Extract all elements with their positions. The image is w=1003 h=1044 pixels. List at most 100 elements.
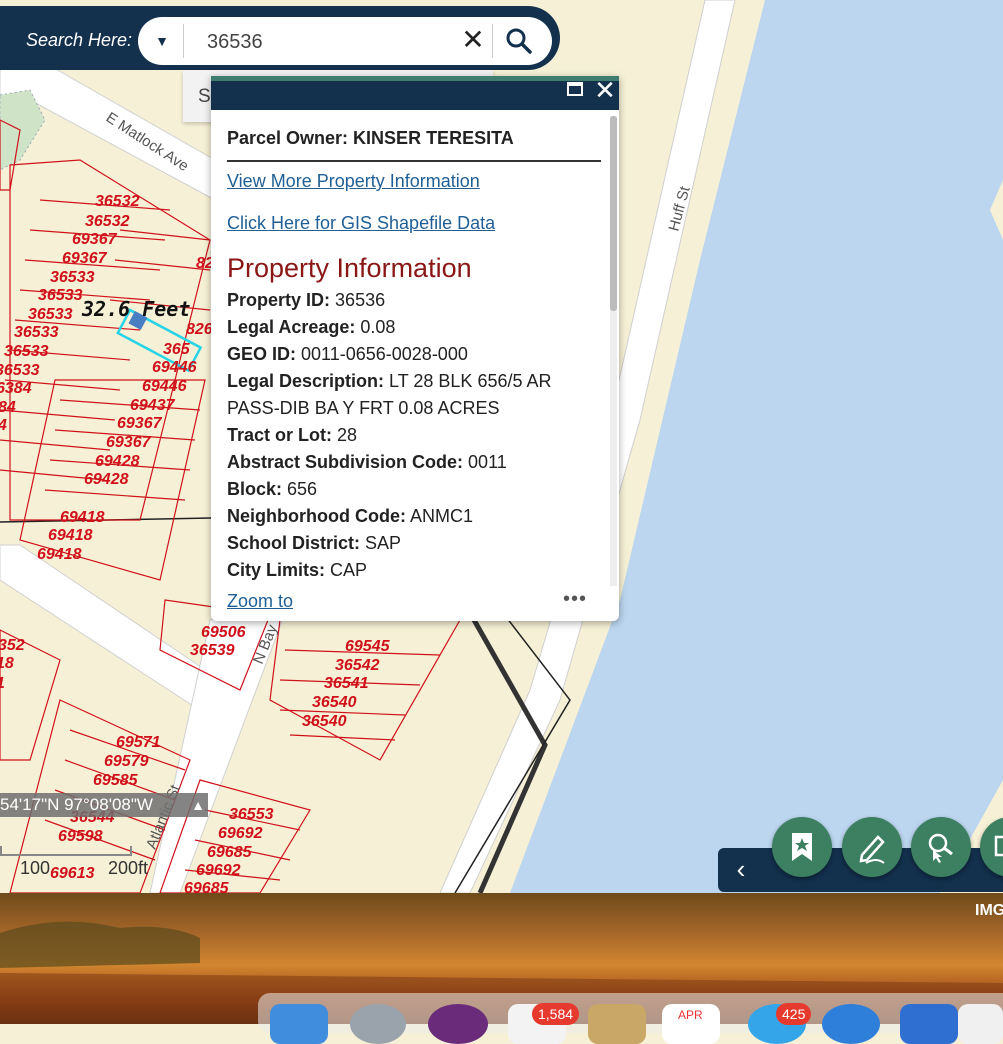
desktop-file-label[interactable]: IMG	[975, 902, 1003, 920]
field-value: 36536	[335, 290, 386, 310]
maximize-icon[interactable]	[567, 82, 583, 96]
parcel-label: 69545	[345, 638, 391, 655]
parcel-label: 18	[0, 655, 14, 672]
field-label: Neighborhood Code:	[227, 506, 406, 526]
close-icon[interactable]: ✕	[458, 24, 488, 56]
measurement-label: 32.6 Feet	[81, 297, 190, 321]
more-actions-icon[interactable]: •••	[563, 588, 587, 611]
search-divider	[183, 24, 184, 58]
parcel-popup: ✕ Parcel Owner: KINSER TERESITA View Mor…	[211, 76, 619, 621]
parcel-label: 69428	[84, 471, 129, 488]
calendar-app-icon[interactable]: APR	[662, 1004, 720, 1044]
draw-button[interactable]	[842, 817, 902, 877]
parcel-label: 36533	[28, 306, 73, 323]
coordinate-readout: 54'17"N 97°08'08"W	[0, 793, 208, 817]
field-property-id: Property ID: 36536	[227, 290, 385, 311]
field-value: 0011-0656-0028-000	[301, 344, 468, 364]
parcel-label: 69692	[218, 825, 263, 842]
safari-icon[interactable]	[822, 1004, 880, 1044]
parcel-label: 69598	[58, 828, 103, 845]
launchpad-icon[interactable]	[350, 1004, 406, 1044]
popup-scrollbar-thumb[interactable]	[610, 116, 617, 311]
parcel-label: 1	[0, 675, 5, 692]
parcel-label: 84	[0, 399, 16, 416]
field-value: 656	[287, 479, 318, 499]
parcel-owner-title: Parcel Owner: KINSER TERESITA	[227, 128, 514, 148]
parcel-label: 36542	[335, 657, 380, 674]
field-abstract-subdivision: Abstract Subdivision Code: 0011	[227, 452, 507, 473]
parcel-label: 36533	[0, 362, 40, 379]
field-label: Legal Acreage:	[227, 317, 356, 337]
field-geo-id: GEO ID: 0011-0656-0028-000	[227, 344, 468, 365]
contacts-icon[interactable]	[588, 1004, 646, 1044]
chevron-down-icon[interactable]: ▼	[148, 26, 176, 56]
parcel-label: 69685	[184, 880, 230, 893]
bookmark-button[interactable]	[772, 817, 832, 877]
field-value: CAP	[330, 560, 368, 580]
bookmark-icon	[792, 833, 812, 861]
parcel-label: 6384	[0, 380, 32, 397]
field-legal-description: Legal Description: LT 28 BLK 656/5 AR	[227, 371, 552, 392]
search-input[interactable]	[205, 26, 449, 58]
chevron-left-icon[interactable]: ‹	[728, 852, 754, 886]
zoom-to-link[interactable]: Zoom to	[227, 591, 293, 612]
calendar-icon	[994, 835, 1003, 857]
edit-pencil-icon	[859, 835, 885, 864]
field-tract-lot: Tract or Lot: 28	[227, 425, 357, 446]
parcel-label: 69446	[152, 359, 197, 376]
finder-icon[interactable]	[270, 1004, 328, 1044]
parcel-label: 36540	[302, 713, 347, 730]
parcel-label: 36541	[324, 675, 369, 692]
field-label: Block:	[227, 479, 283, 499]
chevron-up-icon[interactable]: ▲	[188, 793, 208, 817]
app-badge: 425	[776, 1003, 812, 1025]
parcel-label: 36533	[38, 287, 83, 304]
parcel-label: 36533	[14, 324, 59, 341]
pages-icon[interactable]	[958, 1004, 1003, 1044]
parcel-label: 36540	[312, 694, 357, 711]
field-legal-description-cont: PASS-DIB BA Y FRT 0.08 ACRES	[227, 398, 499, 419]
gis-shapefile-link[interactable]: Click Here for GIS Shapefile Data	[227, 213, 495, 234]
field-school-district: School District: SAP	[227, 533, 401, 554]
field-value: 0.08	[360, 317, 396, 337]
field-block: Block: 656	[227, 479, 317, 500]
parcel-label: 69437	[130, 397, 176, 414]
calendar-button[interactable]	[980, 817, 1003, 877]
view-more-property-link[interactable]: View More Property Information	[227, 171, 480, 192]
parcel-label: 69418	[60, 509, 105, 526]
field-city-limits: City Limits: CAP	[227, 560, 367, 581]
parcel-label: 365	[163, 341, 191, 358]
search-tool-icon	[928, 833, 953, 863]
field-value: 28	[337, 425, 358, 445]
field-label: Tract or Lot:	[227, 425, 333, 445]
preview-icon[interactable]	[900, 1004, 958, 1044]
parcel-label: 4	[0, 417, 7, 434]
close-icon[interactable]: ✕	[594, 76, 616, 104]
parcel-label: 69585	[93, 772, 139, 789]
parcel-label: 352	[0, 637, 25, 654]
parcel-label: 69418	[37, 546, 82, 563]
parcel-label: 69613	[50, 865, 95, 882]
parcel-label: 826	[186, 321, 213, 338]
parcel-label: 69367	[62, 250, 108, 267]
search-suggestion-text[interactable]: S	[198, 86, 211, 108]
browser-icon[interactable]	[428, 1004, 488, 1044]
field-neighborhood-code: Neighborhood Code: ANMC1	[227, 506, 473, 527]
popup-header	[211, 76, 619, 110]
parcel-label: 69685	[207, 844, 253, 861]
parcel-label: 69367	[72, 231, 118, 248]
search-label: Search Here:	[26, 30, 133, 50]
field-label: City Limits:	[227, 560, 326, 580]
parcel-label: 36533	[50, 269, 95, 286]
select-tool-button[interactable]	[911, 817, 971, 877]
field-value: LT 28 BLK 656/5 AR	[389, 371, 552, 391]
search-icon[interactable]	[503, 25, 535, 57]
field-value: PASS-DIB BA Y FRT 0.08 ACRES	[227, 398, 500, 418]
field-label: GEO ID:	[227, 344, 297, 364]
field-value: SAP	[365, 533, 402, 553]
parcel-label: 69692	[196, 862, 241, 879]
field-label: Legal Description:	[227, 371, 385, 391]
parcel-label: 69367	[106, 434, 152, 451]
mail-badge: 1,584	[532, 1003, 580, 1025]
scale-bar	[0, 846, 132, 856]
